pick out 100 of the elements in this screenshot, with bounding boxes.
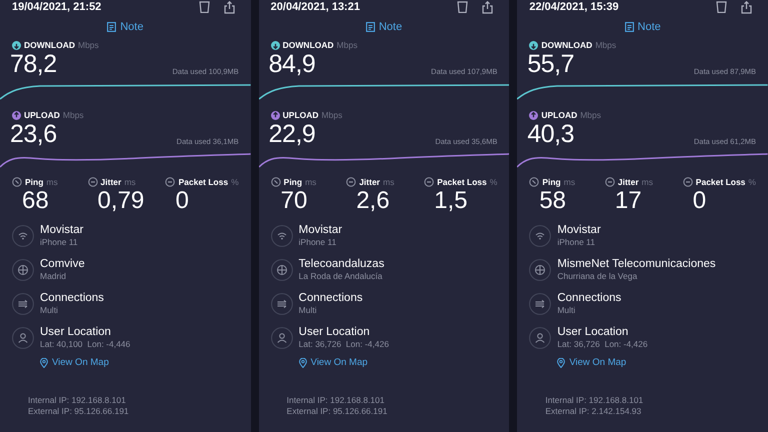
- speed-unit: Mbps: [336, 40, 358, 50]
- metric-value: 58: [538, 187, 568, 215]
- note-icon: [624, 22, 634, 32]
- internal-ip: Internal IP: 192.168.8.101: [286, 395, 386, 406]
- metric-value: 17: [614, 187, 643, 215]
- upload-icon: [529, 110, 538, 120]
- metric-label: Jitter: [100, 177, 122, 187]
- speed-value: 23,6: [10, 121, 57, 148]
- globe-icon: [12, 259, 34, 281]
- detail-subtitle: Madrid: [40, 271, 67, 282]
- note-button[interactable]: Note: [107, 19, 144, 35]
- location-pin-icon: [40, 358, 48, 368]
- minus-icon: [88, 177, 98, 187]
- speed-value: 40,3: [527, 121, 574, 148]
- speed-value: 22,9: [268, 121, 316, 148]
- detail-subtitle: Lat: 40,100 Lon: -4,446: [40, 339, 130, 350]
- metric-label: Jitter: [359, 177, 380, 187]
- arrows-icon: [529, 293, 552, 315]
- metric-label: Packet Loss: [696, 177, 746, 187]
- download-icon: [12, 40, 21, 50]
- detail-title: Connections: [298, 292, 363, 305]
- speed-label: UPLOAD: [282, 110, 319, 120]
- metric-unit: %: [490, 177, 498, 187]
- location-pin-icon: [557, 358, 566, 368]
- detail-subtitle: Multi: [298, 305, 318, 316]
- globe-icon: [529, 259, 552, 281]
- metric-unit: %: [748, 177, 756, 187]
- test-date: 22/04/2021, 15:39: [529, 1, 620, 13]
- metric-unit: ms: [305, 177, 316, 187]
- gauge-icon: [529, 177, 540, 187]
- speed-label: DOWNLOAD: [24, 40, 75, 50]
- download-icon: [529, 40, 538, 50]
- metric-value: 68: [21, 187, 50, 215]
- location-pin-icon: [298, 358, 307, 368]
- metric-unit: ms: [124, 177, 136, 187]
- share-icon[interactable]: [224, 0, 235, 14]
- test-date: 20/04/2021, 13:21: [270, 1, 361, 13]
- detail-title: User Location: [557, 326, 630, 339]
- metric-unit: %: [231, 177, 239, 187]
- wifi-icon: [270, 225, 293, 247]
- detail-title: User Location: [298, 326, 371, 339]
- trash-icon[interactable]: [457, 0, 468, 12]
- person-icon: [270, 327, 293, 349]
- metric-label: Ping: [25, 177, 44, 187]
- speed-unit: Mbps: [62, 110, 84, 120]
- view-on-map-link[interactable]: View On Map: [298, 357, 368, 368]
- upload-icon: [12, 110, 21, 120]
- view-on-map-link[interactable]: View On Map: [557, 357, 626, 368]
- detail-title: Telecoandaluzas: [298, 258, 384, 271]
- detail-subtitle: iPhone 11: [557, 237, 596, 248]
- speed-unit: Mbps: [595, 40, 616, 50]
- trash-icon[interactable]: [198, 0, 210, 12]
- arrows-icon: [12, 293, 34, 315]
- globe-icon: [270, 259, 293, 281]
- note-button[interactable]: Note: [366, 19, 402, 35]
- gauge-icon: [12, 177, 22, 187]
- minus-icon: [682, 177, 693, 187]
- speed-label: DOWNLOAD: [282, 40, 334, 50]
- minus-icon: [346, 177, 356, 187]
- detail-subtitle: Multi: [557, 305, 576, 316]
- speed-value: 55,7: [527, 51, 574, 78]
- download-icon: [270, 40, 280, 50]
- external-ip: External IP: 95.126.66.191: [28, 406, 130, 417]
- speed-unit: Mbps: [322, 110, 342, 120]
- detail-subtitle: Churriana de la Vega: [557, 271, 638, 282]
- internal-ip: Internal IP: 192.168.8.101: [545, 395, 644, 406]
- detail-title: Connections: [557, 292, 622, 305]
- detail-subtitle: iPhone 11: [40, 237, 79, 248]
- metric-value: 1,5: [433, 187, 468, 215]
- minus-icon: [165, 177, 176, 187]
- speed-label: DOWNLOAD: [541, 40, 592, 50]
- person-icon: [12, 327, 34, 349]
- detail-title: User Location: [40, 326, 112, 339]
- detail-title: Movistar: [40, 224, 84, 237]
- external-ip: External IP: 2.142.154.93: [545, 406, 642, 417]
- detail-subtitle: Multi: [40, 305, 59, 316]
- minus-icon: [604, 177, 615, 187]
- detail-title: MismeNet Telecomunicaciones: [557, 258, 716, 271]
- test-date: 19/04/2021, 21:52: [12, 1, 102, 13]
- metric-value: 0: [174, 187, 190, 215]
- metric-unit: ms: [383, 177, 394, 187]
- metric-unit: ms: [642, 177, 654, 187]
- note-button[interactable]: Note: [624, 19, 661, 35]
- metric-unit: ms: [46, 177, 58, 187]
- arrows-icon: [270, 293, 293, 315]
- detail-title: Movistar: [298, 224, 342, 237]
- metric-label: Ping: [284, 177, 302, 187]
- detail-title: Movistar: [557, 224, 601, 237]
- speed-value: 78,2: [10, 51, 57, 78]
- metric-value: 0: [692, 187, 708, 215]
- metric-label: Packet Loss: [178, 177, 228, 187]
- share-icon[interactable]: [741, 0, 752, 14]
- speed-unit: Mbps: [78, 40, 99, 50]
- view-on-map-link[interactable]: View On Map: [40, 357, 109, 368]
- note-icon: [107, 22, 116, 32]
- wifi-icon: [12, 225, 34, 247]
- speed-value: 84,9: [268, 51, 316, 78]
- trash-icon[interactable]: [716, 0, 727, 12]
- detail-subtitle: iPhone 11: [298, 237, 338, 248]
- share-icon[interactable]: [482, 0, 494, 14]
